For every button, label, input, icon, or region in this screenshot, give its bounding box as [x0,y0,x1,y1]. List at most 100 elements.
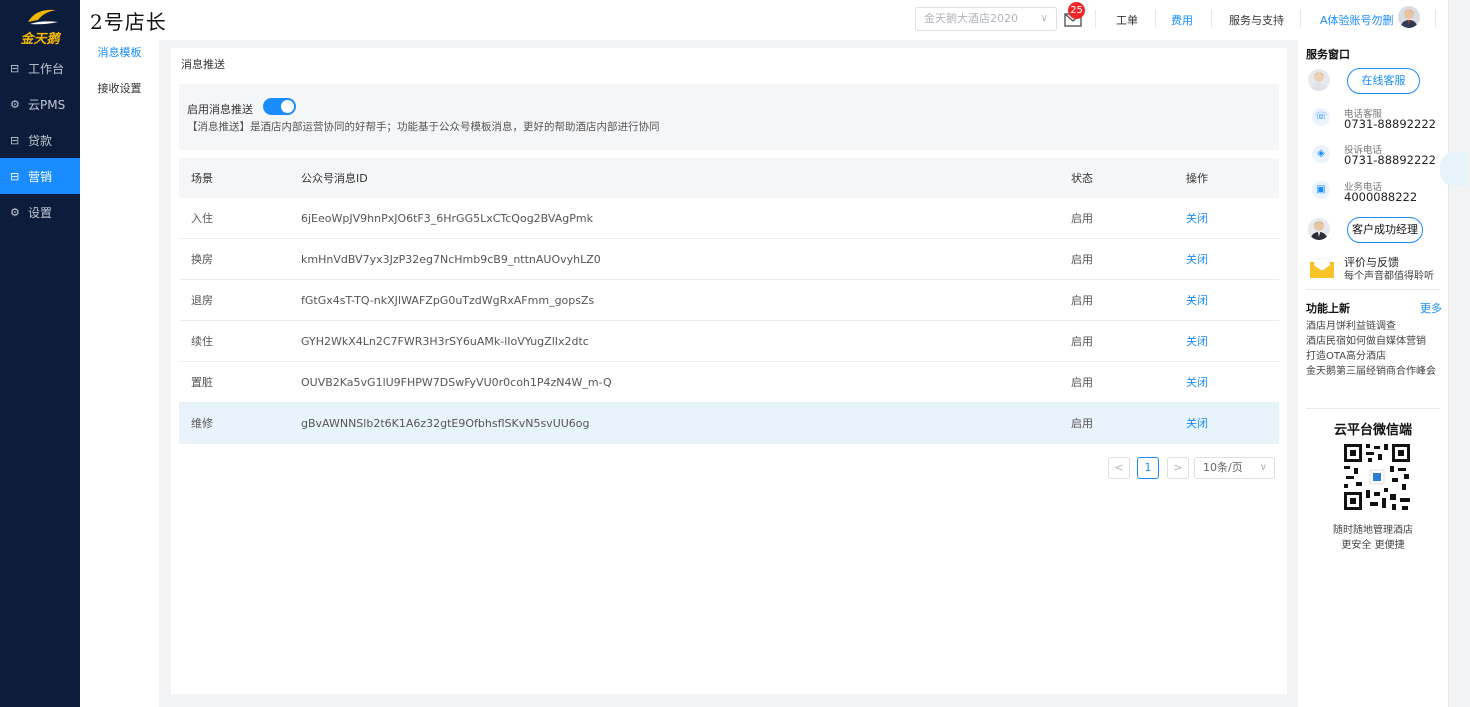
briefcase-icon: ▣ [1312,181,1330,199]
feedback-envelope-icon [1310,258,1334,278]
table-row: 续住 GYH2WkX4Ln2C7FWR3H3rSY6uAMk-lIoVYugZl… [179,321,1279,362]
cell-status: 启用 [1071,294,1093,307]
cell-message-id: 6jEeoWpJV9hnPxJO6tF3_6HrGG5LxCTcQog2BVAg… [301,211,593,225]
headset-icon: ☏ [1312,108,1330,126]
news-item[interactable]: 酒店民宿如何做自媒体营销 [1306,335,1440,349]
nav-item-marketing[interactable]: ⊟ 营销 [0,158,80,194]
pager-page-button[interactable]: 1 [1137,457,1159,479]
avatar[interactable] [1398,6,1420,28]
swan-logo-icon [28,9,58,25]
scroll-rail[interactable] [1448,0,1470,707]
gear-icon: ⚙ [10,97,20,111]
left-nav: 金天鹅 ⊟ 工作台 ⚙ 云PMS ⊟ 贷款 ⊟ 营销 ⚙ 设置 [0,0,80,707]
news-item[interactable]: 金天鹅第三届经销商合作峰会 [1306,365,1440,379]
close-action-link[interactable]: 关闭 [1186,292,1279,308]
hotel-select-value: 金天鹅大酒店2020 [924,12,1018,25]
close-action-link[interactable]: 关闭 [1186,374,1279,390]
header-message-id: 公众号消息ID [301,172,368,185]
work-order-link[interactable]: 工单 [1116,12,1138,28]
nav-item-label: 云PMS [28,97,66,112]
mail-badge: 25 [1068,2,1085,19]
divider [1306,408,1440,409]
cell-message-id: GYH2WkX4Ln2C7FWR3H3rSY6uAMk-lIoVYugZlIx2… [301,334,589,348]
nav-item-label: 贷款 [28,133,53,148]
grid-icon: ⊟ [10,61,20,75]
nav-item-cloud-pms[interactable]: ⚙ 云PMS [0,86,80,122]
nav-item-label: 工作台 [28,61,65,76]
cell-scene: 续住 [191,335,213,348]
subnav-receive-settings[interactable]: 接收设置 [80,76,159,112]
business-number: 4000088222 [1344,190,1418,204]
toggle-label: 启用消息推送 [187,103,253,116]
nav-item-loans[interactable]: ⊟ 贷款 [0,122,80,158]
success-manager-button[interactable]: 客户成功经理 [1347,217,1423,243]
complaint-number: 0731-88892222 [1344,153,1436,167]
table-row: 换房 kmHnVdBV7yx3JzP32eg7NcHmb9cB9_nttnAUO… [179,239,1279,280]
table-row: 置脏 OUVB2Ka5vG1lU9FHPW7DSwFyVU0r0coh1P4zN… [179,362,1279,403]
header-status: 状态 [1071,172,1093,185]
qr-code-icon [1342,442,1412,512]
push-notice: 启用消息推送 【消息推送】是酒店内部运营协同的好帮手；功能基于公众号模板消息，更… [179,84,1279,150]
chevron-down-icon: ∨ [1259,462,1267,473]
top-bar: 2号店长 金天鹅大酒店2020 ∨ 25 工单 费用 服务与支持 A体验账号勿删 [80,0,1470,40]
online-service-button[interactable]: 在线客服 [1347,68,1420,94]
service-title: 服务窗口 [1306,48,1350,61]
divider [1211,10,1212,28]
push-toggle[interactable] [263,98,296,115]
close-action-link[interactable]: 关闭 [1186,210,1279,226]
close-action-link[interactable]: 关闭 [1186,251,1279,267]
hotel-select[interactable]: 金天鹅大酒店2020 ∨ [915,7,1057,31]
account-link[interactable]: A体验账号勿删 [1320,12,1394,28]
main-panel: 消息推送 启用消息推送 【消息推送】是酒店内部运营协同的好帮手；功能基于公众号模… [171,48,1287,694]
cell-status: 启用 [1071,335,1093,348]
push-description: 【消息推送】是酒店内部运营协同的好帮手；功能基于公众号模板消息，更好的帮助酒店内… [187,121,660,133]
news-more-link[interactable]: 更多 [1420,300,1442,316]
header-action: 操作 [1186,172,1208,185]
close-action-link[interactable]: 关闭 [1186,415,1279,431]
phone-number: 0731-88892222 [1344,117,1436,131]
table-header: 场景 公众号消息ID 状态 操作 [179,158,1279,198]
subnav-message-template[interactable]: 消息模板 [80,40,159,76]
shield-icon: ◈ [1312,145,1330,163]
service-avatar [1308,69,1330,91]
news-item[interactable]: 酒店月饼利益链调查 [1306,320,1440,334]
divider [1155,10,1156,28]
table-row: 退房 fGtGx4sT-TQ-nkXJIWAFZpG0uTzdWgRxAFmm_… [179,280,1279,321]
message-table: 场景 公众号消息ID 状态 操作 入住 6jEeoWpJV9hnPxJO6tF3… [179,158,1279,444]
qr-caption-2: 更安全 更便捷 [1341,540,1405,551]
qr-title: 云平台微信端 [1333,423,1412,438]
logo[interactable]: 金天鹅 [0,0,80,47]
pager-prev-button[interactable]: < [1108,457,1130,479]
app-title: 2号店长 [90,10,167,34]
grid-icon: ⊟ [10,133,20,147]
gear-icon: ⚙ [10,205,20,219]
nav-item-label: 营销 [28,169,53,184]
news-title: 功能上新 [1306,302,1350,315]
page-size-value: 10条/页 [1203,461,1243,474]
floating-tab[interactable] [1440,152,1468,186]
fees-link[interactable]: 费用 [1171,12,1193,28]
cell-status: 启用 [1071,212,1093,225]
page-size-select[interactable]: 10条/页 ∨ [1194,457,1275,479]
divider [1095,10,1096,28]
nav-item-settings[interactable]: ⚙ 设置 [0,194,80,230]
pager-next-button[interactable]: > [1167,457,1189,479]
logo-text: 金天鹅 [20,32,60,47]
news-item[interactable]: 打造OTA高分酒店 [1306,350,1440,364]
table-row: 维修 gBvAWNNSlb2t6K1A6z32gtE9OfbhsflSKvN5s… [179,403,1279,444]
service-support-link[interactable]: 服务与支持 [1229,12,1284,28]
right-panel: 服务窗口 在线客服 ☏ 电话客服 0731-88892222 ◈ 投诉电话 07… [1298,40,1448,707]
feedback-subtitle: 每个声音都值得聆听 [1344,271,1434,282]
cell-scene: 换房 [191,253,213,266]
cell-status: 启用 [1071,253,1093,266]
divider [1435,10,1436,28]
close-action-link[interactable]: 关闭 [1186,333,1279,349]
cell-message-id: fGtGx4sT-TQ-nkXJIWAFZpG0uTzdWgRxAFmm_gop… [301,293,595,307]
nav-item-workbench[interactable]: ⊟ 工作台 [0,50,80,86]
divider [1306,289,1440,290]
grid-icon: ⊟ [10,169,20,183]
cell-scene: 退房 [191,294,213,307]
divider [1300,10,1301,28]
cell-scene: 入住 [191,212,213,225]
cell-status: 启用 [1071,376,1093,389]
